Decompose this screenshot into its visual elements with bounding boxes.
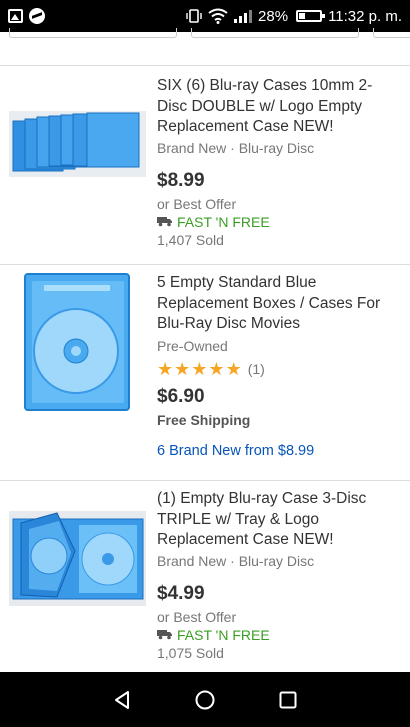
free-shipping-label: Free Shipping xyxy=(157,411,251,428)
truck-icon xyxy=(157,630,172,640)
sold-count: 1,075 Sold xyxy=(157,644,224,661)
back-triangle-icon xyxy=(114,690,129,709)
messenger-icon xyxy=(29,8,45,24)
filter-bar xyxy=(0,28,410,66)
recents-square-icon xyxy=(279,691,297,708)
battery-icon xyxy=(296,10,326,22)
image-notification-icon xyxy=(8,9,23,23)
home-button[interactable] xyxy=(193,688,217,712)
clock: 11:32 p. m. xyxy=(328,7,402,25)
star-icon: ★ xyxy=(225,358,242,379)
fast-free-badge: FAST 'N FREE xyxy=(157,214,397,230)
listing-price: $4.99 xyxy=(157,582,205,604)
signal-icon xyxy=(234,9,253,23)
sold-count: 1,407 Sold xyxy=(157,231,224,248)
truck-icon xyxy=(157,217,172,227)
star-icon: ★ xyxy=(208,358,225,379)
wifi-icon xyxy=(208,8,228,24)
rating-count: (1) xyxy=(247,361,265,377)
listing-price: $6.90 xyxy=(157,385,205,407)
list-item[interactable]: SIX (6) Blu-ray Cases 10mm 2-Disc DOUBLE… xyxy=(0,66,410,265)
home-circle-icon xyxy=(195,690,215,709)
listing-image[interactable] xyxy=(9,111,146,177)
listing-title[interactable]: (1) Empty Blu-ray Case 3-Disc TRIPLE w/ … xyxy=(157,489,397,551)
best-offer-label: or Best Offer xyxy=(157,195,237,212)
fast-free-badge: FAST 'N FREE xyxy=(157,627,397,643)
brand-new-link[interactable]: 6 Brand New from $8.99 xyxy=(157,443,397,459)
listing-image[interactable] xyxy=(24,273,130,411)
listing-title[interactable]: 5 Empty Standard Blue Replacement Boxes … xyxy=(157,273,397,335)
listing-image[interactable] xyxy=(9,511,146,606)
best-offer-label: or Best Offer xyxy=(157,608,237,625)
battery-percent: 28% xyxy=(258,7,289,25)
system-nav-bar xyxy=(0,672,410,727)
star-icon: ★ xyxy=(191,358,208,379)
star-icon: ★ xyxy=(174,358,191,379)
status-left xyxy=(8,8,45,24)
filter-chip[interactable] xyxy=(373,28,410,38)
status-right: 28% 11:32 p. m. xyxy=(186,8,402,25)
listing-condition: Brand New · Blu-ray Disc xyxy=(157,139,315,156)
listing-info: SIX (6) Blu-ray Cases 10mm 2-Disc DOUBLE… xyxy=(157,76,397,248)
list-item[interactable]: (1) Empty Blu-ray Case 3-Disc TRIPLE w/ … xyxy=(0,481,410,672)
listing-condition: Brand New · Blu-ray Disc xyxy=(157,552,315,569)
filter-chip[interactable] xyxy=(191,28,359,38)
list-item[interactable]: 5 Empty Standard Blue Replacement Boxes … xyxy=(0,265,410,481)
fast-free-label: FAST 'N FREE xyxy=(177,213,270,230)
listing-info: (1) Empty Blu-ray Case 3-Disc TRIPLE w/ … xyxy=(157,489,397,661)
fast-free-label: FAST 'N FREE xyxy=(177,626,270,643)
filter-chip[interactable] xyxy=(9,28,177,38)
listing-price: $8.99 xyxy=(157,169,205,191)
vibrate-icon xyxy=(186,9,202,23)
recents-button[interactable] xyxy=(276,688,300,712)
listing-title[interactable]: SIX (6) Blu-ray Cases 10mm 2-Disc DOUBLE… xyxy=(157,76,397,138)
rating-stars: ★ ★ ★ ★ ★ (1) xyxy=(157,359,397,380)
listing-condition: Pre-Owned xyxy=(157,337,228,354)
star-icon: ★ xyxy=(157,358,174,379)
back-button[interactable] xyxy=(110,688,134,712)
listing-info: 5 Empty Standard Blue Replacement Boxes … xyxy=(157,273,397,459)
